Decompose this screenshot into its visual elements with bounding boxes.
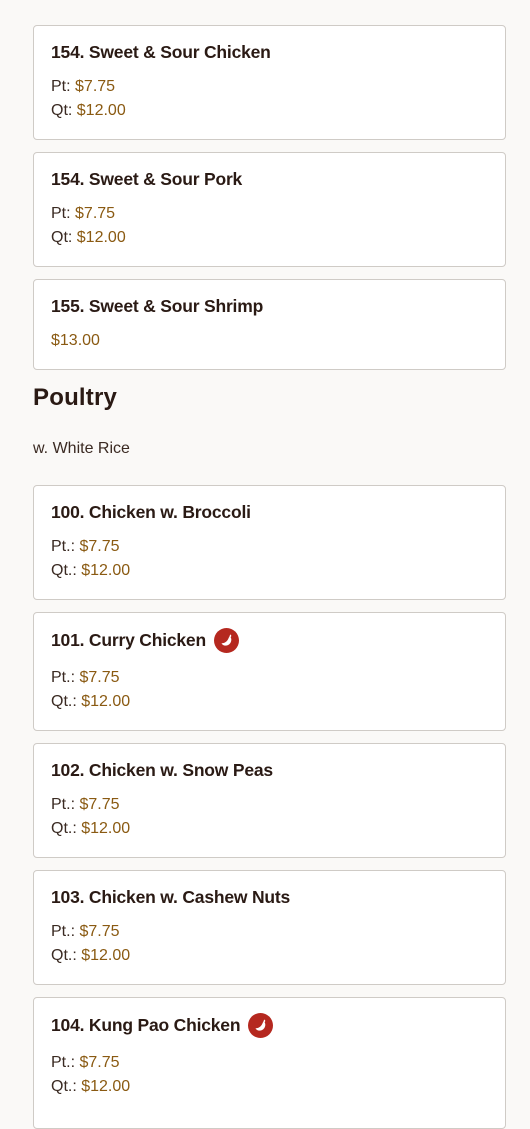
price-label: Pt: [51, 78, 76, 95]
price-amount: $12.00 [76, 229, 126, 246]
price-amount: $7.75 [79, 669, 120, 686]
price-quart: Qt.: $12.00 [51, 562, 130, 580]
price-label: Qt.: [51, 562, 82, 579]
price-quart: Qt.: $12.00 [51, 820, 130, 838]
price-amount: $12.00 [76, 102, 126, 119]
price-quart: Qt.: $12.00 [51, 693, 130, 711]
price-amount: $7.75 [75, 78, 116, 95]
menu-item-title: 154. Sweet & Sour Chicken [51, 42, 271, 62]
price-amount: $12.00 [81, 947, 131, 964]
price-amount: $12.00 [81, 820, 131, 837]
price-quart: Qt.: $12.00 [51, 947, 130, 965]
price-quart: Qt: $12.00 [51, 102, 126, 120]
price-amount: $7.75 [79, 796, 120, 813]
price-label: Pt.: [51, 796, 80, 813]
price-label: Qt.: [51, 947, 82, 964]
price-amount: $7.75 [79, 538, 120, 555]
menu-item-card[interactable]: 101. Curry Chicken Pt.: $7.75 Qt.: $12.0… [33, 612, 506, 731]
price-amount: $12.00 [81, 562, 131, 579]
price-amount: $7.75 [79, 923, 120, 940]
price-pint: Pt.: $7.75 [51, 669, 120, 687]
price-amount: $13.00 [51, 332, 100, 349]
menu-item-title: 154. Sweet & Sour Pork [51, 169, 243, 189]
price-label: Pt.: [51, 923, 80, 940]
menu-item-name: 102. Chicken w. Snow Peas [51, 760, 273, 780]
price-label: Qt.: [51, 693, 82, 710]
price-pint: Pt.: $7.75 [51, 1054, 120, 1072]
price-label: Pt.: [51, 669, 80, 686]
price-label: Pt: [51, 205, 76, 222]
menu-item-name: 103. Chicken w. Cashew Nuts [51, 887, 291, 907]
menu-item-title: 103. Chicken w. Cashew Nuts [51, 887, 290, 908]
price-label: Qt: [51, 102, 77, 119]
menu-item-card[interactable]: 155. Sweet & Sour Shrimp $13.00 [33, 279, 506, 370]
price-label: Qt.: [51, 820, 82, 837]
section-title: Poultry [33, 384, 118, 411]
price-pint: Pt.: $7.75 [51, 796, 120, 814]
price-amount: $7.75 [75, 205, 116, 222]
price-label: Qt.: [51, 1078, 82, 1095]
menu-item-card[interactable]: 102. Chicken w. Snow Peas Pt.: $7.75 Qt.… [33, 743, 506, 858]
menu-item-title: 102. Chicken w. Snow Peas [51, 760, 273, 781]
price-amount: $12.00 [81, 1078, 131, 1095]
price-pint: Pt.: $7.75 [51, 923, 120, 941]
menu-item-name: 104. Kung Pao Chicken [51, 1015, 241, 1035]
price-amount: $12.00 [81, 693, 131, 710]
menu-item-card[interactable]: 100. Chicken w. Broccoli Pt.: $7.75 Qt.:… [33, 485, 506, 600]
menu-item-title: 100. Chicken w. Broccoli [51, 502, 251, 523]
menu-item-name: 100. Chicken w. Broccoli [51, 502, 251, 522]
price-pint: Pt.: $7.75 [51, 538, 120, 556]
menu-item-title: 104. Kung Pao Chicken [51, 1013, 274, 1038]
menu-item-name: 101. Curry Chicken [51, 630, 206, 650]
menu-item-card[interactable]: 104. Kung Pao Chicken Pt.: $7.75 Qt.: $1… [33, 997, 506, 1129]
menu-item-card[interactable]: 154. Sweet & Sour Chicken Pt: $7.75 Qt: … [33, 25, 506, 140]
price-label: Pt.: [51, 538, 80, 555]
price-pint: Pt: $7.75 [51, 205, 115, 223]
price-label: Pt.: [51, 1054, 80, 1071]
price-label: Qt: [51, 229, 77, 246]
chili-pepper-icon [213, 628, 239, 653]
menu-item-card[interactable]: 154. Sweet & Sour Pork Pt: $7.75 Qt: $12… [33, 152, 506, 267]
section-subtitle: w. White Rice [33, 440, 130, 457]
price-quart: Qt.: $12.00 [51, 1078, 130, 1096]
price-pint: Pt: $7.75 [51, 78, 115, 96]
menu-item-card[interactable]: 103. Chicken w. Cashew Nuts Pt.: $7.75 Q… [33, 870, 506, 985]
chili-pepper-icon [248, 1013, 274, 1038]
menu-item-title: 101. Curry Chicken [51, 628, 239, 653]
price-quart: Qt: $12.00 [51, 229, 126, 247]
price-single: $13.00 [51, 332, 100, 350]
menu-item-title: 155. Sweet & Sour Shrimp [51, 296, 264, 316]
price-amount: $7.75 [79, 1054, 120, 1071]
